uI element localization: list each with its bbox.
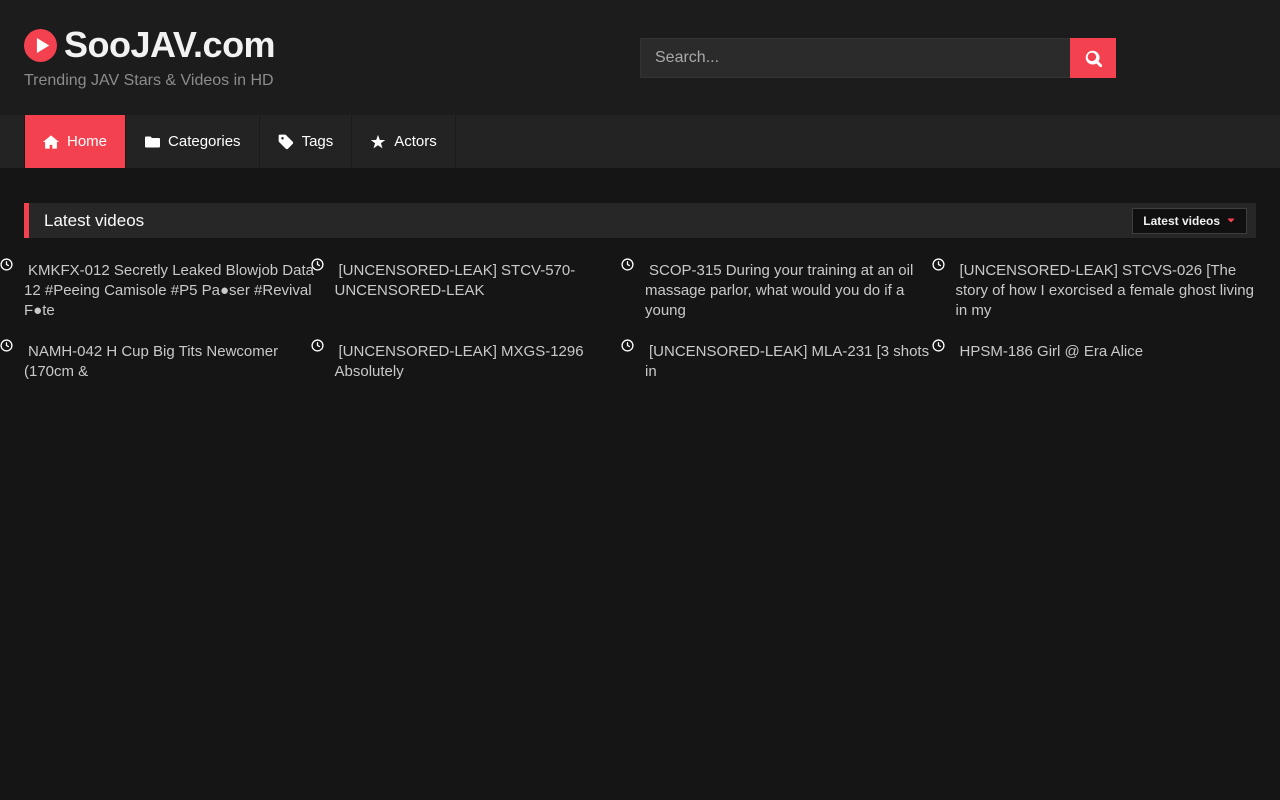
video-card: [UNCENSORED-LEAK] STCVS-026 [The story o… (956, 261, 1257, 321)
clock-icon (932, 339, 945, 352)
nav-item-home[interactable]: Home (24, 115, 126, 168)
search-form (640, 38, 1116, 78)
video-title[interactable]: [UNCENSORED-LEAK] STCV-570-UNCENSORED-LE… (335, 262, 576, 299)
clock-icon (311, 258, 324, 271)
video-title[interactable]: [UNCENSORED-LEAK] MLA-231 [3 shots in (645, 343, 929, 380)
video-card: SCOP-315 During your training at an oil … (645, 261, 946, 321)
search-button[interactable] (1070, 38, 1116, 78)
video-title[interactable]: HPSM-186 Girl @ Era Alice (956, 343, 1148, 360)
video-title[interactable]: [UNCENSORED-LEAK] MXGS-1296 Absolutely (335, 343, 584, 380)
play-circle-icon (24, 29, 57, 62)
site-header: SooJAV.com Trending JAV Stars & Videos i… (0, 0, 1280, 115)
clock-icon (0, 339, 13, 352)
nav-item-label: Tags (302, 133, 334, 150)
caret-down-icon (1226, 216, 1236, 226)
main-nav: Home Categories Tags Actors (0, 115, 1280, 168)
folder-icon (144, 134, 160, 150)
site-logo-text: SooJAV.com (64, 24, 275, 66)
video-card: HPSM-186 Girl @ Era Alice (956, 342, 1257, 382)
section-header: Latest videos Latest videos (24, 203, 1256, 238)
video-card: [UNCENSORED-LEAK] MXGS-1296 Absolutely (335, 342, 636, 382)
nav-item-label: Categories (168, 133, 241, 150)
nav-item-label: Actors (394, 133, 437, 150)
video-card: [UNCENSORED-LEAK] STCV-570-UNCENSORED-LE… (335, 261, 636, 321)
search-icon (1085, 50, 1102, 67)
section-title: Latest videos (44, 211, 144, 231)
site-tagline: Trending JAV Stars & Videos in HD (24, 72, 275, 90)
logo-block: SooJAV.com Trending JAV Stars & Videos i… (24, 24, 275, 90)
main-content: Latest videos Latest videos KMKFX-012 Se… (24, 168, 1256, 382)
section-accent-bar (24, 203, 29, 238)
clock-icon (621, 258, 634, 271)
sort-dropdown[interactable]: Latest videos (1132, 208, 1247, 234)
home-icon (43, 134, 59, 150)
video-title[interactable]: [UNCENSORED-LEAK] STCVS-026 [The story o… (956, 262, 1254, 319)
nav-item-label: Home (67, 133, 107, 150)
video-title[interactable]: KMKFX-012 Secretly Leaked Blowjob Data 1… (24, 262, 314, 319)
nav-item-categories[interactable]: Categories (126, 115, 260, 168)
clock-icon (0, 258, 13, 271)
clock-icon (932, 258, 945, 271)
clock-icon (311, 339, 324, 352)
video-grid: KMKFX-012 Secretly Leaked Blowjob Data 1… (24, 261, 1256, 382)
nav-item-tags[interactable]: Tags (260, 115, 353, 168)
search-input[interactable] (640, 38, 1070, 78)
sort-dropdown-label: Latest videos (1143, 214, 1220, 228)
video-title[interactable]: NAMH-042 H Cup Big Tits Newcomer (170cm … (24, 343, 278, 380)
video-card: NAMH-042 H Cup Big Tits Newcomer (170cm … (24, 342, 325, 382)
tag-icon (278, 134, 294, 150)
nav-item-actors[interactable]: Actors (352, 115, 456, 168)
site-logo[interactable]: SooJAV.com (24, 24, 275, 66)
video-title[interactable]: SCOP-315 During your training at an oil … (645, 262, 913, 319)
star-icon (370, 134, 386, 150)
video-card: [UNCENSORED-LEAK] MLA-231 [3 shots in (645, 342, 946, 382)
video-card: KMKFX-012 Secretly Leaked Blowjob Data 1… (24, 261, 325, 321)
clock-icon (621, 339, 634, 352)
